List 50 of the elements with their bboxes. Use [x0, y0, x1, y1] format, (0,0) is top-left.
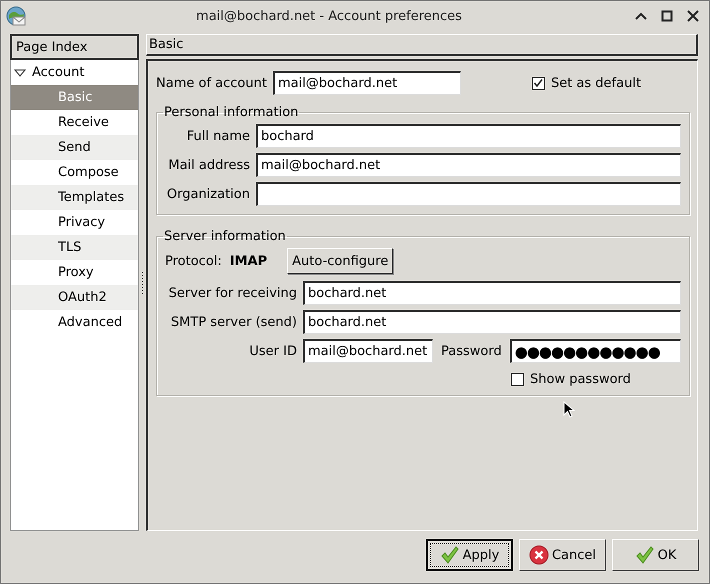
group-title: Personal information	[163, 105, 300, 120]
minimize-icon	[635, 10, 647, 22]
field-label: Organization	[166, 186, 250, 202]
tree-item[interactable]: Account	[11, 60, 138, 85]
text-field[interactable]: bochard.net	[303, 310, 681, 334]
field-label: User ID	[248, 344, 297, 358]
text-field[interactable]	[256, 182, 681, 206]
check-icon	[440, 546, 460, 564]
maximize-icon	[661, 10, 673, 22]
check-icon	[634, 546, 655, 564]
text-field[interactable]: mail@bochard.net	[272, 71, 461, 95]
checkbox-label: Set as default	[550, 76, 642, 90]
group-title: Server information	[163, 229, 287, 244]
dialog-button[interactable]: OK	[612, 539, 699, 571]
field-label: Mail address	[167, 158, 250, 172]
dialog-button[interactable]: Apply	[426, 539, 513, 571]
text-field[interactable]: mail@bochard.net	[256, 153, 681, 177]
field-label: Name of account	[156, 76, 267, 90]
window-title: mail@bochard.net - Account preferences	[195, 8, 463, 24]
tree-item[interactable]: Advanced	[11, 310, 138, 335]
password-field[interactable]: ●●●●●●●●●●●●	[510, 339, 681, 363]
dialog-button[interactable]: Cancel	[519, 539, 606, 571]
auto-configure-button[interactable]: Auto-configure	[287, 248, 394, 274]
page-header: Basic	[146, 34, 698, 56]
checkbox[interactable]	[532, 76, 545, 90]
tree-item[interactable]: OAuth2	[11, 285, 138, 310]
checkmark-icon	[532, 78, 544, 88]
tree-item[interactable]: Templates	[11, 185, 138, 210]
tree-item[interactable]: Send	[11, 135, 138, 160]
text-field[interactable]: bochard.net	[303, 281, 681, 305]
pointer-icon	[563, 401, 575, 418]
field-label: Protocol:	[165, 254, 222, 268]
checkbox[interactable]	[511, 373, 524, 386]
field-label: SMTP server (send)	[170, 314, 297, 330]
tree-item[interactable]: TLS	[11, 235, 138, 260]
close-icon	[687, 10, 699, 22]
text-field[interactable]: bochard	[256, 124, 681, 148]
cancel-icon	[528, 545, 549, 565]
tree-item[interactable]: Privacy	[11, 210, 138, 235]
field-label: Full name	[186, 128, 250, 144]
panel-header: Page Index	[10, 34, 139, 60]
checkbox-label: Show password	[530, 372, 631, 387]
text-field[interactable]: mail@bochard.net	[303, 339, 433, 363]
tree-item[interactable]: Compose	[11, 160, 138, 185]
protocol-value: IMAP	[230, 254, 268, 268]
mail-globe-icon	[5, 5, 27, 27]
field-label: Password	[441, 344, 502, 358]
tree-item[interactable]: Receive	[11, 110, 138, 135]
tree-item[interactable]: Proxy	[11, 260, 138, 285]
field-label: Server for receiving	[168, 286, 297, 300]
